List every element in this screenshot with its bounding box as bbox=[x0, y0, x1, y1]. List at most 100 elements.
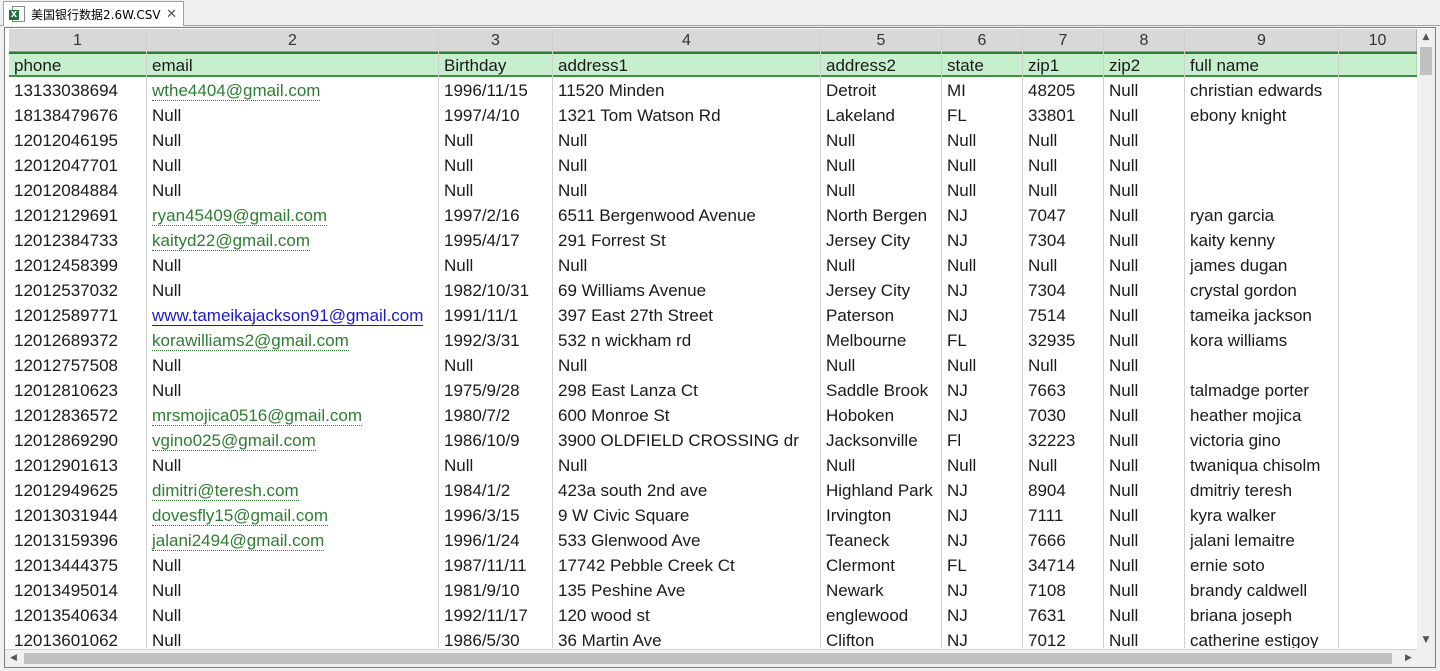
cell-phone[interactable]: 12012047701 bbox=[9, 153, 147, 178]
cell-state[interactable]: NJ bbox=[942, 603, 1023, 628]
cell-address2[interactable]: Lakeland bbox=[821, 103, 942, 128]
cell-email[interactable]: Null bbox=[147, 128, 439, 153]
arrow-down-icon[interactable]: ▼ bbox=[1417, 632, 1435, 649]
cell-zip1[interactable]: 33801 bbox=[1023, 103, 1104, 128]
cell-phone[interactable]: 12012589771 bbox=[9, 303, 147, 328]
cell-email[interactable]: Null bbox=[147, 378, 439, 403]
cell-zip1[interactable]: 7631 bbox=[1023, 603, 1104, 628]
cell-address1[interactable]: Null bbox=[553, 253, 821, 278]
cell-address2[interactable]: Null bbox=[821, 153, 942, 178]
column-number-5[interactable]: 5 bbox=[821, 29, 942, 51]
cell-full-name[interactable] bbox=[1185, 178, 1339, 203]
cell-state[interactable]: FL bbox=[942, 553, 1023, 578]
cell-zip2[interactable]: Null bbox=[1104, 378, 1185, 403]
cell-zip2[interactable]: Null bbox=[1104, 578, 1185, 603]
cell-birthday[interactable]: 1992/11/17 bbox=[439, 603, 553, 628]
cell-state[interactable]: NJ bbox=[942, 378, 1023, 403]
cell-zip2[interactable]: Null bbox=[1104, 328, 1185, 353]
cell-address1[interactable]: 423a south 2nd ave bbox=[553, 478, 821, 503]
cell-zip1[interactable]: Null bbox=[1023, 153, 1104, 178]
cell-full-name[interactable]: briana joseph bbox=[1185, 603, 1339, 628]
cell-birthday[interactable]: 1996/3/15 bbox=[439, 503, 553, 528]
cell-zip1[interactable]: 7663 bbox=[1023, 378, 1104, 403]
cell-zip2[interactable]: Null bbox=[1104, 428, 1185, 453]
cell-phone[interactable]: 12012949625 bbox=[9, 478, 147, 503]
cell-full-name[interactable] bbox=[1185, 128, 1339, 153]
cell-birthday[interactable]: 1981/9/10 bbox=[439, 578, 553, 603]
cell-address1[interactable]: 397 East 27th Street bbox=[553, 303, 821, 328]
cell-state[interactable]: Null bbox=[942, 178, 1023, 203]
cell-birthday[interactable]: 1996/11/15 bbox=[439, 78, 553, 103]
cell-address1[interactable]: 11520 Minden bbox=[553, 78, 821, 103]
cell-birthday[interactable]: 1986/5/30 bbox=[439, 628, 553, 648]
cell-zip1[interactable]: Null bbox=[1023, 353, 1104, 378]
cell-zip2[interactable]: Null bbox=[1104, 228, 1185, 253]
cell-zip2[interactable]: Null bbox=[1104, 253, 1185, 278]
cell-full-name[interactable]: crystal gordon bbox=[1185, 278, 1339, 303]
cell-state[interactable]: Null bbox=[942, 153, 1023, 178]
cell-phone[interactable]: 12012810623 bbox=[9, 378, 147, 403]
cell-full-name[interactable]: kaity kenny bbox=[1185, 228, 1339, 253]
cell-zip1[interactable]: Null bbox=[1023, 178, 1104, 203]
cell-phone[interactable]: 12012046195 bbox=[9, 128, 147, 153]
cell-full-name[interactable]: talmadge porter bbox=[1185, 378, 1339, 403]
cell-address2[interactable]: Null bbox=[821, 453, 942, 478]
cell-zip2[interactable]: Null bbox=[1104, 278, 1185, 303]
cell-phone[interactable]: 12012757508 bbox=[9, 353, 147, 378]
cell-email[interactable]: Null bbox=[147, 628, 439, 648]
cell-address1[interactable]: 532 n wickham rd bbox=[553, 328, 821, 353]
cell-zip2[interactable]: Null bbox=[1104, 528, 1185, 553]
column-number-6[interactable]: 6 bbox=[942, 29, 1023, 51]
cell-zip2[interactable]: Null bbox=[1104, 503, 1185, 528]
cell-address1[interactable]: 1321 Tom Watson Rd bbox=[553, 103, 821, 128]
cell-email[interactable]: Null bbox=[147, 578, 439, 603]
cell-birthday[interactable]: 1992/3/31 bbox=[439, 328, 553, 353]
cell-state[interactable]: NJ bbox=[942, 203, 1023, 228]
cell-email[interactable]: kaityd22@gmail.com bbox=[147, 228, 439, 253]
cell-full-name[interactable]: ernie soto bbox=[1185, 553, 1339, 578]
cell-state[interactable]: NJ bbox=[942, 278, 1023, 303]
cell-email[interactable]: dovesfly15@gmail.com bbox=[147, 503, 439, 528]
header-cell-full-name[interactable]: full name bbox=[1185, 54, 1339, 75]
cell-phone[interactable]: 12012869290 bbox=[9, 428, 147, 453]
cell-state[interactable]: Null bbox=[942, 128, 1023, 153]
cell-phone[interactable]: 12013031944 bbox=[9, 503, 147, 528]
cell-full-name[interactable]: ryan garcia bbox=[1185, 203, 1339, 228]
cell-address2[interactable]: Clifton bbox=[821, 628, 942, 648]
cell-email[interactable]: jalani2494@gmail.com bbox=[147, 528, 439, 553]
cell-full-name[interactable]: brandy caldwell bbox=[1185, 578, 1339, 603]
arrow-right-icon[interactable]: ▶ bbox=[1400, 650, 1417, 667]
cell-full-name[interactable]: catherine estigoy bbox=[1185, 628, 1339, 648]
cell-state[interactable]: Fl bbox=[942, 428, 1023, 453]
header-cell-address2[interactable]: address2 bbox=[821, 54, 942, 75]
arrow-left-icon[interactable]: ◀ bbox=[5, 650, 22, 667]
cell-birthday[interactable]: 1975/9/28 bbox=[439, 378, 553, 403]
cell-full-name[interactable] bbox=[1185, 353, 1339, 378]
cell-zip1[interactable]: Null bbox=[1023, 453, 1104, 478]
cell-state[interactable]: Null bbox=[942, 353, 1023, 378]
arrow-up-icon[interactable]: ▲ bbox=[1417, 29, 1435, 46]
cell-phone[interactable]: 12012537032 bbox=[9, 278, 147, 303]
cell-email[interactable]: Null bbox=[147, 253, 439, 278]
cell-phone[interactable]: 12013159396 bbox=[9, 528, 147, 553]
cell-zip2[interactable]: Null bbox=[1104, 203, 1185, 228]
cell-email[interactable]: Null bbox=[147, 353, 439, 378]
cell-state[interactable]: FL bbox=[942, 103, 1023, 128]
cell-zip2[interactable]: Null bbox=[1104, 628, 1185, 648]
cell-address1[interactable]: Null bbox=[553, 178, 821, 203]
cell-phone[interactable]: 12013444375 bbox=[9, 553, 147, 578]
column-number-10[interactable]: 10 bbox=[1339, 29, 1417, 51]
cell-phone[interactable]: 12012901613 bbox=[9, 453, 147, 478]
cell-zip2[interactable]: Null bbox=[1104, 303, 1185, 328]
cell-state[interactable]: Null bbox=[942, 253, 1023, 278]
cell-address2[interactable]: Null bbox=[821, 128, 942, 153]
header-cell-col10[interactable] bbox=[1339, 54, 1417, 75]
cell-state[interactable]: NJ bbox=[942, 578, 1023, 603]
cell-full-name[interactable]: heather mojica bbox=[1185, 403, 1339, 428]
cell-email[interactable]: vgino025@gmail.com bbox=[147, 428, 439, 453]
header-cell-birthday[interactable]: Birthday bbox=[439, 54, 553, 75]
cell-address1[interactable]: Null bbox=[553, 453, 821, 478]
cell-address1[interactable]: 3900 OLDFIELD CROSSING dr bbox=[553, 428, 821, 453]
cell-zip2[interactable]: Null bbox=[1104, 128, 1185, 153]
cell-zip1[interactable]: Null bbox=[1023, 253, 1104, 278]
